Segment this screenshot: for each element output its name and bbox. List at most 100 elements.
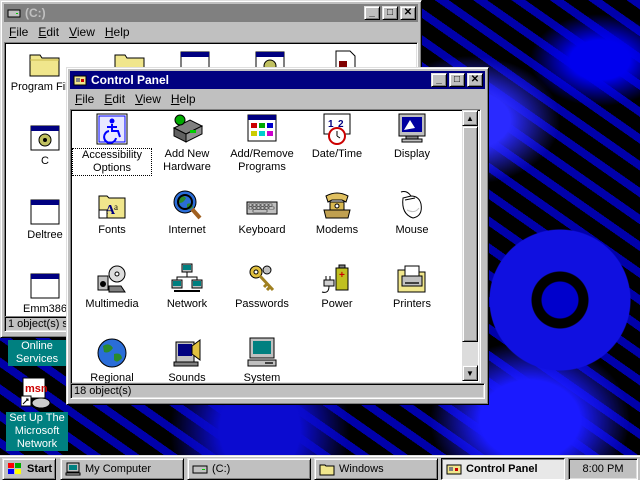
menu-help[interactable]: Help — [166, 92, 201, 106]
start-button[interactable]: Start — [2, 458, 56, 480]
desktop-icon-online-services[interactable]: Online Services — [8, 340, 66, 366]
file-item-label: C — [41, 155, 49, 167]
printer-folder-icon — [397, 265, 426, 293]
menu-edit[interactable]: Edit — [99, 92, 130, 106]
svg-text:msn: msn — [25, 383, 48, 395]
cp-item-date-time[interactable]: 12 Date/Time — [297, 112, 377, 161]
cp-item-add-remove-programs[interactable]: Add/Remove Programs — [222, 112, 302, 174]
taskbar-button-drive-c[interactable]: (C:) — [187, 458, 311, 480]
monitor-icon — [398, 113, 426, 143]
cp-item-label: Keyboard — [238, 224, 286, 236]
menu-view[interactable]: View — [130, 92, 166, 106]
calendar-clock-icon: 12 — [323, 113, 351, 145]
minimize-button[interactable]: _ — [364, 6, 380, 20]
menu-help[interactable]: Help — [100, 25, 135, 39]
cp-item-modems[interactable]: Modems — [297, 188, 377, 237]
clock[interactable]: 8:00 PM — [583, 463, 624, 475]
desktop-icon-label: Online Services — [8, 340, 66, 366]
cp-item-regional-settings[interactable]: Regional Settings — [72, 336, 152, 383]
menu-edit[interactable]: Edit — [33, 25, 64, 39]
control-panel-statusbar: 18 object(s) — [70, 383, 485, 401]
my-computer-icon — [65, 462, 81, 476]
cp-item-sounds[interactable]: Sounds — [147, 336, 227, 383]
cp-item-printers[interactable]: Printers — [372, 262, 452, 311]
control-panel-titlebar[interactable]: Control Panel _ □ ✕ — [70, 71, 485, 89]
menu-file[interactable]: File — [4, 25, 33, 39]
cp-item-label: Add/Remove Programs — [230, 148, 294, 173]
cp-item-keyboard[interactable]: Keyboard — [222, 188, 302, 237]
cp-item-network[interactable]: Network — [147, 262, 227, 311]
close-button[interactable]: ✕ — [400, 6, 416, 20]
cp-item-multimedia[interactable]: Multimedia — [72, 262, 152, 311]
keyboard-icon — [246, 201, 278, 215]
scroll-up-button[interactable]: ▲ — [462, 110, 478, 126]
globe-magnifier-icon — [173, 190, 202, 220]
drive-c-menubar: File Edit View Help — [4, 23, 418, 41]
menu-view[interactable]: View — [64, 25, 100, 39]
cp-item-accessibility[interactable]: Accessibility Options — [72, 112, 152, 176]
cp-item-display[interactable]: Display — [372, 112, 452, 161]
window-icon — [30, 273, 60, 299]
window-icon — [30, 199, 60, 225]
maximize-button[interactable]: □ — [449, 73, 465, 87]
taskbar: Start My Computer (C:) Windows Control P… — [0, 455, 640, 480]
taskbar-button-label: (C:) — [212, 463, 231, 475]
desktop-icon-msn[interactable]: msn Set Up The Microsoft Network — [6, 376, 68, 451]
cp-item-internet[interactable]: Internet — [147, 188, 227, 237]
control-panel-icon — [446, 464, 462, 475]
cp-item-label: Multimedia — [85, 298, 139, 310]
globe-icon — [97, 338, 127, 368]
cp-item-label: Accessibility Options — [72, 148, 152, 176]
close-button[interactable]: ✕ — [467, 73, 483, 87]
maximize-button[interactable]: □ — [382, 6, 398, 20]
cp-item-mouse[interactable]: Mouse — [372, 188, 452, 237]
taskbar-button-label: My Computer — [85, 463, 152, 475]
drive-c-title: (C:) — [25, 6, 46, 20]
msn-icon: msn — [21, 377, 51, 409]
drive-c-titlebar[interactable]: (C:) _ □ ✕ — [4, 4, 418, 22]
system-tray: 8:00 PM — [568, 458, 638, 480]
taskbar-button-label: Control Panel — [466, 463, 538, 475]
minimize-button[interactable]: _ — [431, 73, 447, 87]
cp-item-fonts[interactable]: Aa Fonts — [72, 188, 152, 237]
taskbar-button-my-computer[interactable]: My Computer — [60, 458, 184, 480]
control-panel-content[interactable]: Accessibility Options Add New Hardware A… — [70, 109, 481, 384]
cp-item-system[interactable]: System — [222, 336, 302, 383]
control-panel-menubar: File Edit View Help — [70, 90, 485, 108]
svg-text:a: a — [114, 202, 118, 212]
control-panel-title: Control Panel — [91, 73, 170, 87]
settings-window-icon — [30, 125, 60, 151]
file-item-label: Deltree — [27, 229, 63, 241]
cp-item-add-new-hardware[interactable]: Add New Hardware — [147, 112, 227, 174]
drive-icon — [192, 465, 208, 474]
cp-item-label: Modems — [315, 224, 359, 236]
start-label: Start — [27, 463, 53, 475]
icon-grid: Accessibility Options Add New Hardware A… — [71, 110, 462, 383]
cp-item-label: Passwords — [235, 298, 289, 310]
scroll-thumb[interactable] — [462, 126, 478, 342]
fonts-folder-icon: Aa — [98, 195, 126, 219]
desktop-icon-label: Set Up The Microsoft Network — [6, 412, 68, 451]
cp-item-power[interactable]: + Power — [297, 262, 377, 311]
telephone-icon — [323, 192, 351, 219]
status-text: 18 object(s) — [70, 383, 485, 399]
scroll-down-button[interactable]: ▼ — [462, 365, 478, 381]
network-icon — [171, 263, 203, 292]
speaker-icon — [173, 339, 201, 367]
taskbar-button-label: Windows — [339, 463, 384, 475]
cp-item-label: Add New Hardware — [163, 148, 211, 173]
cp-item-label: Power — [321, 298, 353, 310]
add-hardware-icon — [172, 114, 204, 143]
control-panel-window[interactable]: Control Panel _ □ ✕ File Edit View Help … — [66, 67, 489, 405]
cp-item-label: Date/Time — [311, 148, 363, 160]
vertical-scrollbar[interactable]: ▲ ▼ — [462, 110, 478, 381]
desktop[interactable]: Online Services msn Set Up The Microsoft… — [0, 0, 640, 455]
cp-item-label: Fonts — [98, 224, 126, 236]
menu-file[interactable]: File — [70, 92, 99, 106]
control-panel-icon — [73, 75, 87, 86]
keys-icon — [249, 265, 275, 292]
taskbar-button-windows[interactable]: Windows — [314, 458, 438, 480]
cp-item-label: Network — [166, 298, 208, 310]
taskbar-button-control-panel[interactable]: Control Panel — [441, 458, 565, 480]
cp-item-passwords[interactable]: Passwords — [222, 262, 302, 311]
